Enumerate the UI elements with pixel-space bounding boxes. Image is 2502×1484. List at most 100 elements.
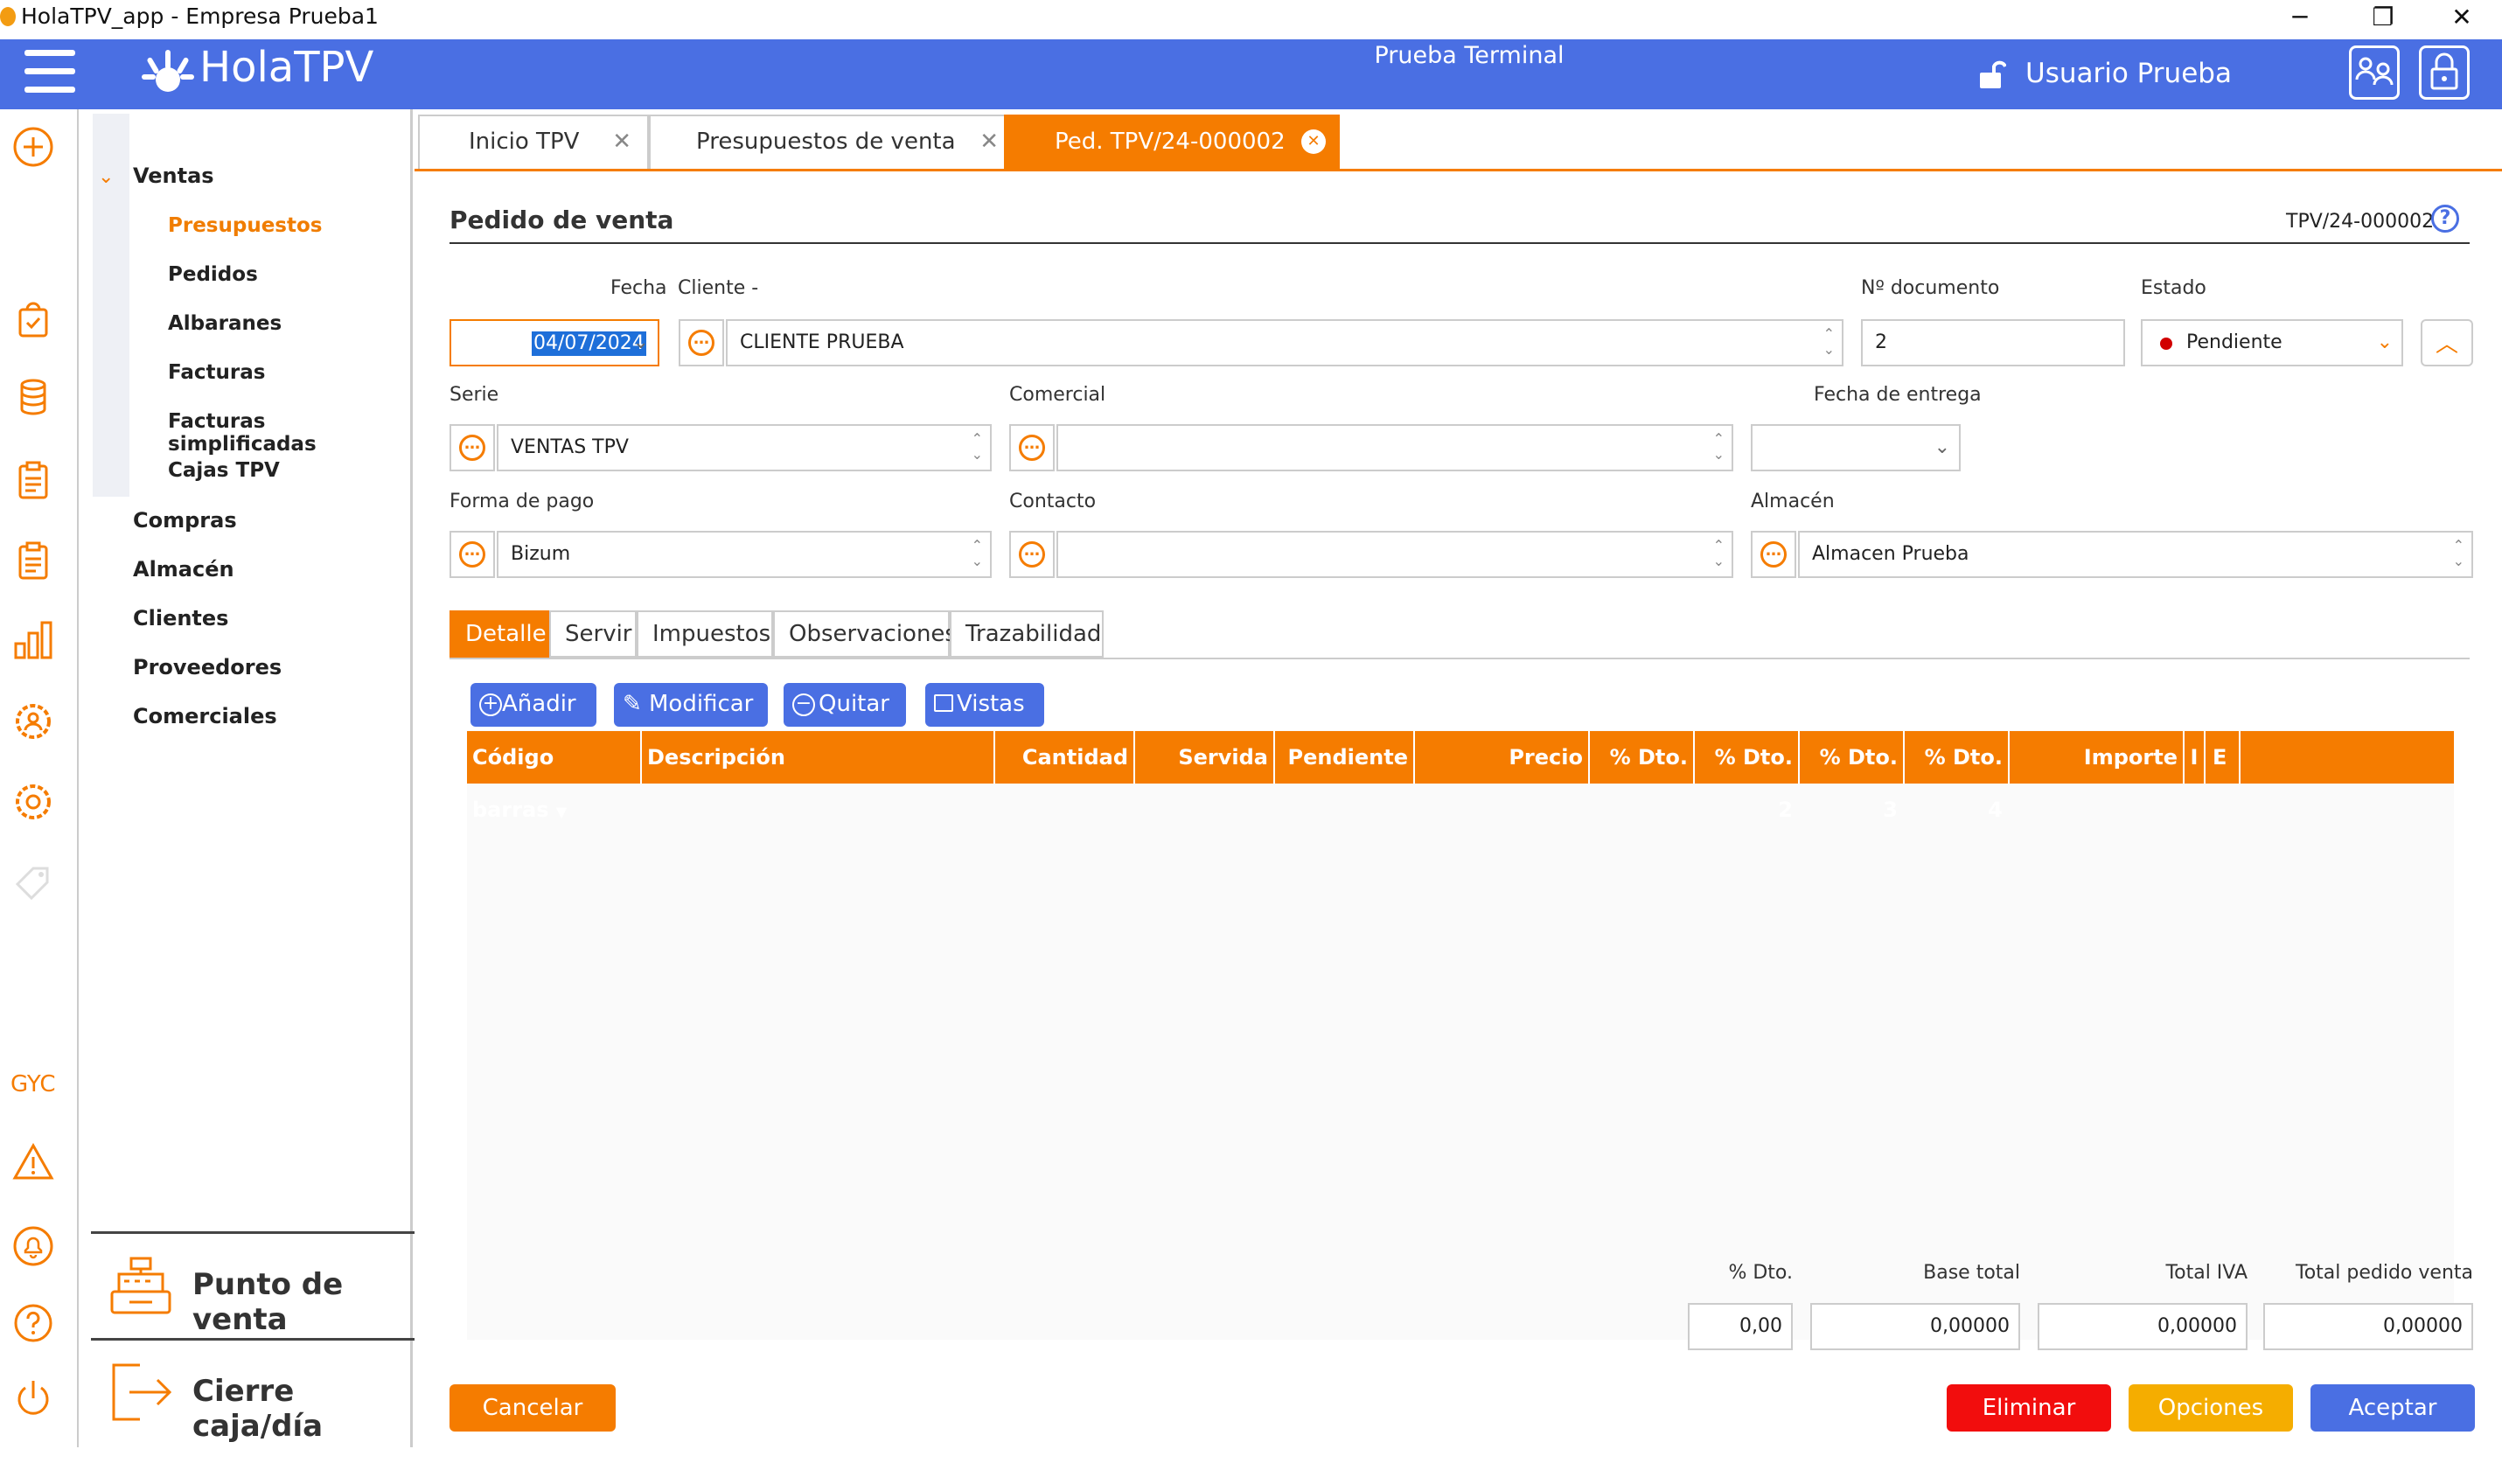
warning-icon[interactable] (12, 1141, 54, 1183)
fecha-entrega-field[interactable]: ⌄ (1751, 424, 1961, 471)
hamburger-menu-icon[interactable] (24, 50, 75, 94)
spinner-icon[interactable]: ⌃ ⌄ (1823, 326, 1835, 358)
nav-presupuestos[interactable]: Presupuestos (168, 214, 322, 237)
gyc-label[interactable]: GYC (10, 1071, 55, 1097)
close-tab-icon[interactable]: ✕ (979, 116, 999, 167)
aceptar-button[interactable]: Aceptar (2310, 1384, 2475, 1432)
col-codigo-barras[interactable]: Código barras ▼ (467, 731, 642, 822)
spinner-icon[interactable]: ⌃ ⌄ (972, 431, 983, 463)
col-e[interactable]: E (2206, 731, 2241, 784)
switch-user-button[interactable] (2349, 45, 2400, 100)
tag-icon[interactable] (12, 861, 54, 903)
col-dto4[interactable]: % Dto. 4 (1905, 731, 2010, 822)
almacen-lookup-button[interactable]: … (1751, 531, 1796, 578)
lock-button[interactable] (2419, 45, 2470, 100)
spinner-icon[interactable]: ⌃ ⌄ (1713, 431, 1725, 463)
anadir-button[interactable]: + Añadir (470, 683, 596, 727)
detail-grid[interactable] (467, 730, 2454, 1340)
spinner-icon[interactable]: ⌃ ⌄ (1713, 538, 1725, 569)
help-button[interactable]: ? (2431, 205, 2459, 233)
nav-facturas-simplificadas[interactable]: Facturas simplificadas (168, 410, 410, 456)
nav-ventas[interactable]: Ventas (133, 164, 214, 188)
col-pendiente[interactable]: Pendiente (1275, 731, 1415, 784)
chevron-down-icon[interactable]: ⌄ (1934, 426, 1950, 470)
tab-presupuestos-de-venta[interactable]: Presupuestos de venta ✕ (649, 115, 1016, 169)
col-i[interactable]: I (2185, 731, 2206, 784)
nav-comerciales[interactable]: Comerciales (133, 704, 277, 728)
help-icon[interactable] (12, 1302, 54, 1344)
cierre-caja-button[interactable]: Cierre caja/día (91, 1338, 415, 1444)
subtab-detalle[interactable]: Detalle (450, 610, 549, 658)
tab-inicio-tpv[interactable]: Inicio TPV ✕ (418, 115, 649, 169)
shopping-bag-icon[interactable] (12, 297, 54, 339)
clipboard-icon[interactable] (12, 459, 54, 501)
col-dto2[interactable]: % Dto. 2 (1695, 731, 1800, 822)
chevron-down-icon[interactable]: ⌄ (633, 321, 649, 365)
nav-clientes[interactable]: Clientes (133, 606, 228, 631)
total-pedido-field[interactable]: 0,00000 (2263, 1303, 2473, 1350)
comercial-field[interactable]: ⌃ ⌄ (1056, 424, 1733, 471)
serie-field[interactable]: VENTAS TPV ⌃ ⌄ (497, 424, 992, 471)
contacto-field[interactable]: ⌃ ⌄ (1056, 531, 1733, 578)
minimize-button[interactable]: ─ (2261, 0, 2339, 37)
coins-icon[interactable] (12, 376, 54, 418)
add-icon[interactable] (12, 126, 54, 168)
opciones-button[interactable]: Opciones (2129, 1384, 2293, 1432)
col-importe[interactable]: Importe (2010, 731, 2185, 784)
close-tab-icon[interactable]: ✕ (1301, 129, 1326, 154)
subtab-trazabilidad[interactable]: Trazabilidad (950, 610, 1104, 658)
modificar-button[interactable]: ✎ Modificar (614, 683, 768, 727)
almacen-field[interactable]: Almacen Prueba ⌃ ⌄ (1798, 531, 2473, 578)
nav-almacen[interactable]: Almacén (133, 557, 234, 582)
clipboard-list-icon[interactable] (12, 540, 54, 582)
subtab-impuestos[interactable]: Impuestos (637, 610, 773, 658)
estado-select[interactable]: Pendiente ⌄ (2141, 319, 2403, 366)
quitar-button[interactable]: − Quitar (784, 683, 906, 727)
nav-albaranes[interactable]: Albaranes (168, 312, 282, 335)
close-tab-icon[interactable]: ✕ (612, 116, 631, 167)
subtab-observaciones[interactable]: Observaciones (773, 610, 957, 658)
col-dto3[interactable]: % Dto. 3 (1800, 731, 1905, 822)
bar-chart-icon[interactable] (12, 619, 54, 661)
col-dto[interactable]: % Dto. (1590, 731, 1695, 784)
power-icon[interactable] (12, 1377, 54, 1419)
total-iva-field[interactable]: 0,00000 (2038, 1303, 2248, 1350)
forma-pago-lookup-button[interactable]: … (450, 531, 495, 578)
col-precio[interactable]: Precio (1415, 731, 1590, 784)
current-user[interactable]: Usuario Prueba (2025, 58, 2232, 89)
collapse-button[interactable]: ︿ (2421, 319, 2473, 366)
vistas-button[interactable]: Vistas (925, 683, 1044, 727)
user-settings-icon[interactable] (12, 700, 54, 742)
contacto-lookup-button[interactable]: … (1009, 531, 1055, 578)
nav-facturas[interactable]: Facturas (168, 361, 265, 384)
spinner-icon[interactable]: ⌃ ⌄ (2453, 538, 2464, 569)
close-window-button[interactable]: ✕ (2422, 0, 2501, 37)
ndoc-field[interactable]: 2 (1861, 319, 2125, 366)
spinner-icon[interactable]: ⌃ ⌄ (972, 538, 983, 569)
punto-de-venta-button[interactable]: Punto de venta (91, 1231, 415, 1337)
serie-lookup-button[interactable]: … (450, 424, 495, 471)
nav-cajas-tpv[interactable]: Cajas TPV (168, 459, 280, 482)
nav-pedidos[interactable]: Pedidos (168, 263, 258, 286)
chevron-down-icon[interactable]: ⌄ (2377, 321, 2393, 365)
nav-compras[interactable]: Compras (133, 508, 237, 533)
total-dto-field[interactable]: 0,00 (1688, 1303, 1793, 1350)
subtab-servir[interactable]: Servir (549, 610, 637, 658)
comercial-lookup-button[interactable]: … (1009, 424, 1055, 471)
cliente-lookup-button[interactable]: … (679, 319, 724, 366)
col-descripcion[interactable]: Descripción (642, 731, 995, 784)
forma-pago-field[interactable]: Bizum ⌃ ⌄ (497, 531, 992, 578)
restore-button[interactable]: ❐ (2344, 0, 2422, 37)
settings-gear-icon[interactable] (12, 781, 54, 823)
eliminar-button[interactable]: Eliminar (1947, 1384, 2111, 1432)
fecha-field[interactable]: 04/07/2024 ⌄ (450, 319, 659, 366)
cliente-field[interactable]: CLIENTE PRUEBA ⌃ ⌄ (726, 319, 1843, 366)
chevron-down-icon[interactable]: ⌄ (98, 166, 114, 188)
tab-pedido-tpv[interactable]: Ped. TPV/24-000002 ✕ (1004, 115, 1340, 169)
notification-bell-icon[interactable] (12, 1225, 54, 1267)
col-servida[interactable]: Servida (1135, 731, 1275, 784)
nav-proveedores[interactable]: Proveedores (133, 655, 282, 679)
cancelar-button[interactable]: Cancelar (450, 1384, 616, 1432)
col-cantidad[interactable]: Cantidad (995, 731, 1135, 784)
base-total-field[interactable]: 0,00000 (1810, 1303, 2020, 1350)
